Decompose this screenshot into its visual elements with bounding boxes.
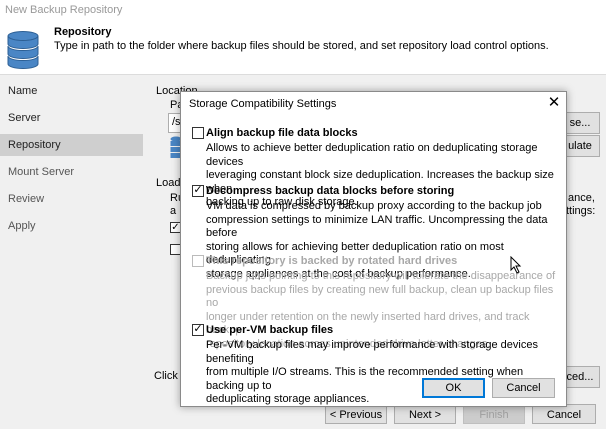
a-label: a <box>170 205 177 217</box>
page-description: Type in path to the folder where backup … <box>54 40 549 52</box>
previous-button[interactable]: < Previous <box>325 404 387 424</box>
per-vm-checkbox[interactable]: ✓ <box>192 323 204 336</box>
align-blocks-label[interactable]: Align backup file data blocks <box>206 127 358 139</box>
browse-button-label: se... <box>569 117 591 129</box>
populate-button-label: ulate <box>568 140 592 152</box>
page-title: Repository <box>54 26 112 38</box>
align-blocks-checkbox[interactable] <box>192 127 204 139</box>
nav-item-repository[interactable]: Repository <box>0 134 143 156</box>
nav-item-name[interactable]: Name <box>0 80 143 102</box>
decompress-checkbox[interactable]: ✓ <box>192 184 204 197</box>
rotated-drives-label[interactable]: This repository is backed by rotated har… <box>206 255 457 267</box>
advanced-button-label: ced... <box>566 371 594 383</box>
desc-line: Allows to achieve better deduplication r… <box>206 142 538 168</box>
desc-line: VM data is compressed by backup proxy ac… <box>206 200 542 212</box>
cancel-button[interactable]: Cancel <box>532 404 596 424</box>
nav-item-mount-server[interactable]: Mount Server <box>0 161 143 183</box>
decompress-label[interactable]: Decompress backup data blocks before sto… <box>206 185 454 197</box>
storage-compatibility-dialog: Storage Compatibility Settings ✕ Align b… <box>180 91 567 407</box>
settings-label: ttings: <box>566 205 596 217</box>
cursor-icon <box>510 256 522 274</box>
finish-button[interactable]: Finish <box>463 404 525 424</box>
checkmark-icon: ✓ <box>193 184 203 196</box>
ok-button[interactable]: OK <box>422 378 485 398</box>
desc-line: Backup jobs pointing to this repository … <box>206 270 556 282</box>
nav-item-server[interactable]: Server <box>0 107 143 129</box>
checkmark-icon: ✓ <box>193 323 203 335</box>
next-button[interactable]: Next > <box>394 404 456 424</box>
per-vm-label[interactable]: Use per-VM backup files <box>206 324 333 336</box>
database-icon <box>7 31 39 69</box>
nav-item-apply[interactable]: Apply <box>0 215 143 237</box>
dialog-cancel-button[interactable]: Cancel <box>492 378 555 398</box>
desc-line: previous backup files by creating new fu… <box>206 283 554 310</box>
decompress-description: VM data is compressed by backup proxy ac… <box>206 200 558 281</box>
desc-line: Per-VM backup files may improve performa… <box>206 339 538 365</box>
ance-label: ance, <box>568 192 595 204</box>
window-title: New Backup Repository <box>0 0 606 20</box>
close-icon[interactable]: ✕ <box>543 93 565 113</box>
desc-line: compression settings to minimize LAN tra… <box>206 213 548 240</box>
rotated-drives-checkbox[interactable] <box>192 255 204 267</box>
dialog-title: Storage Compatibility Settings <box>189 98 337 110</box>
wizard-nav: Name Server Repository Mount Server Revi… <box>0 75 143 429</box>
load-control-label: Load <box>156 177 181 189</box>
nav-item-review[interactable]: Review <box>0 188 143 210</box>
